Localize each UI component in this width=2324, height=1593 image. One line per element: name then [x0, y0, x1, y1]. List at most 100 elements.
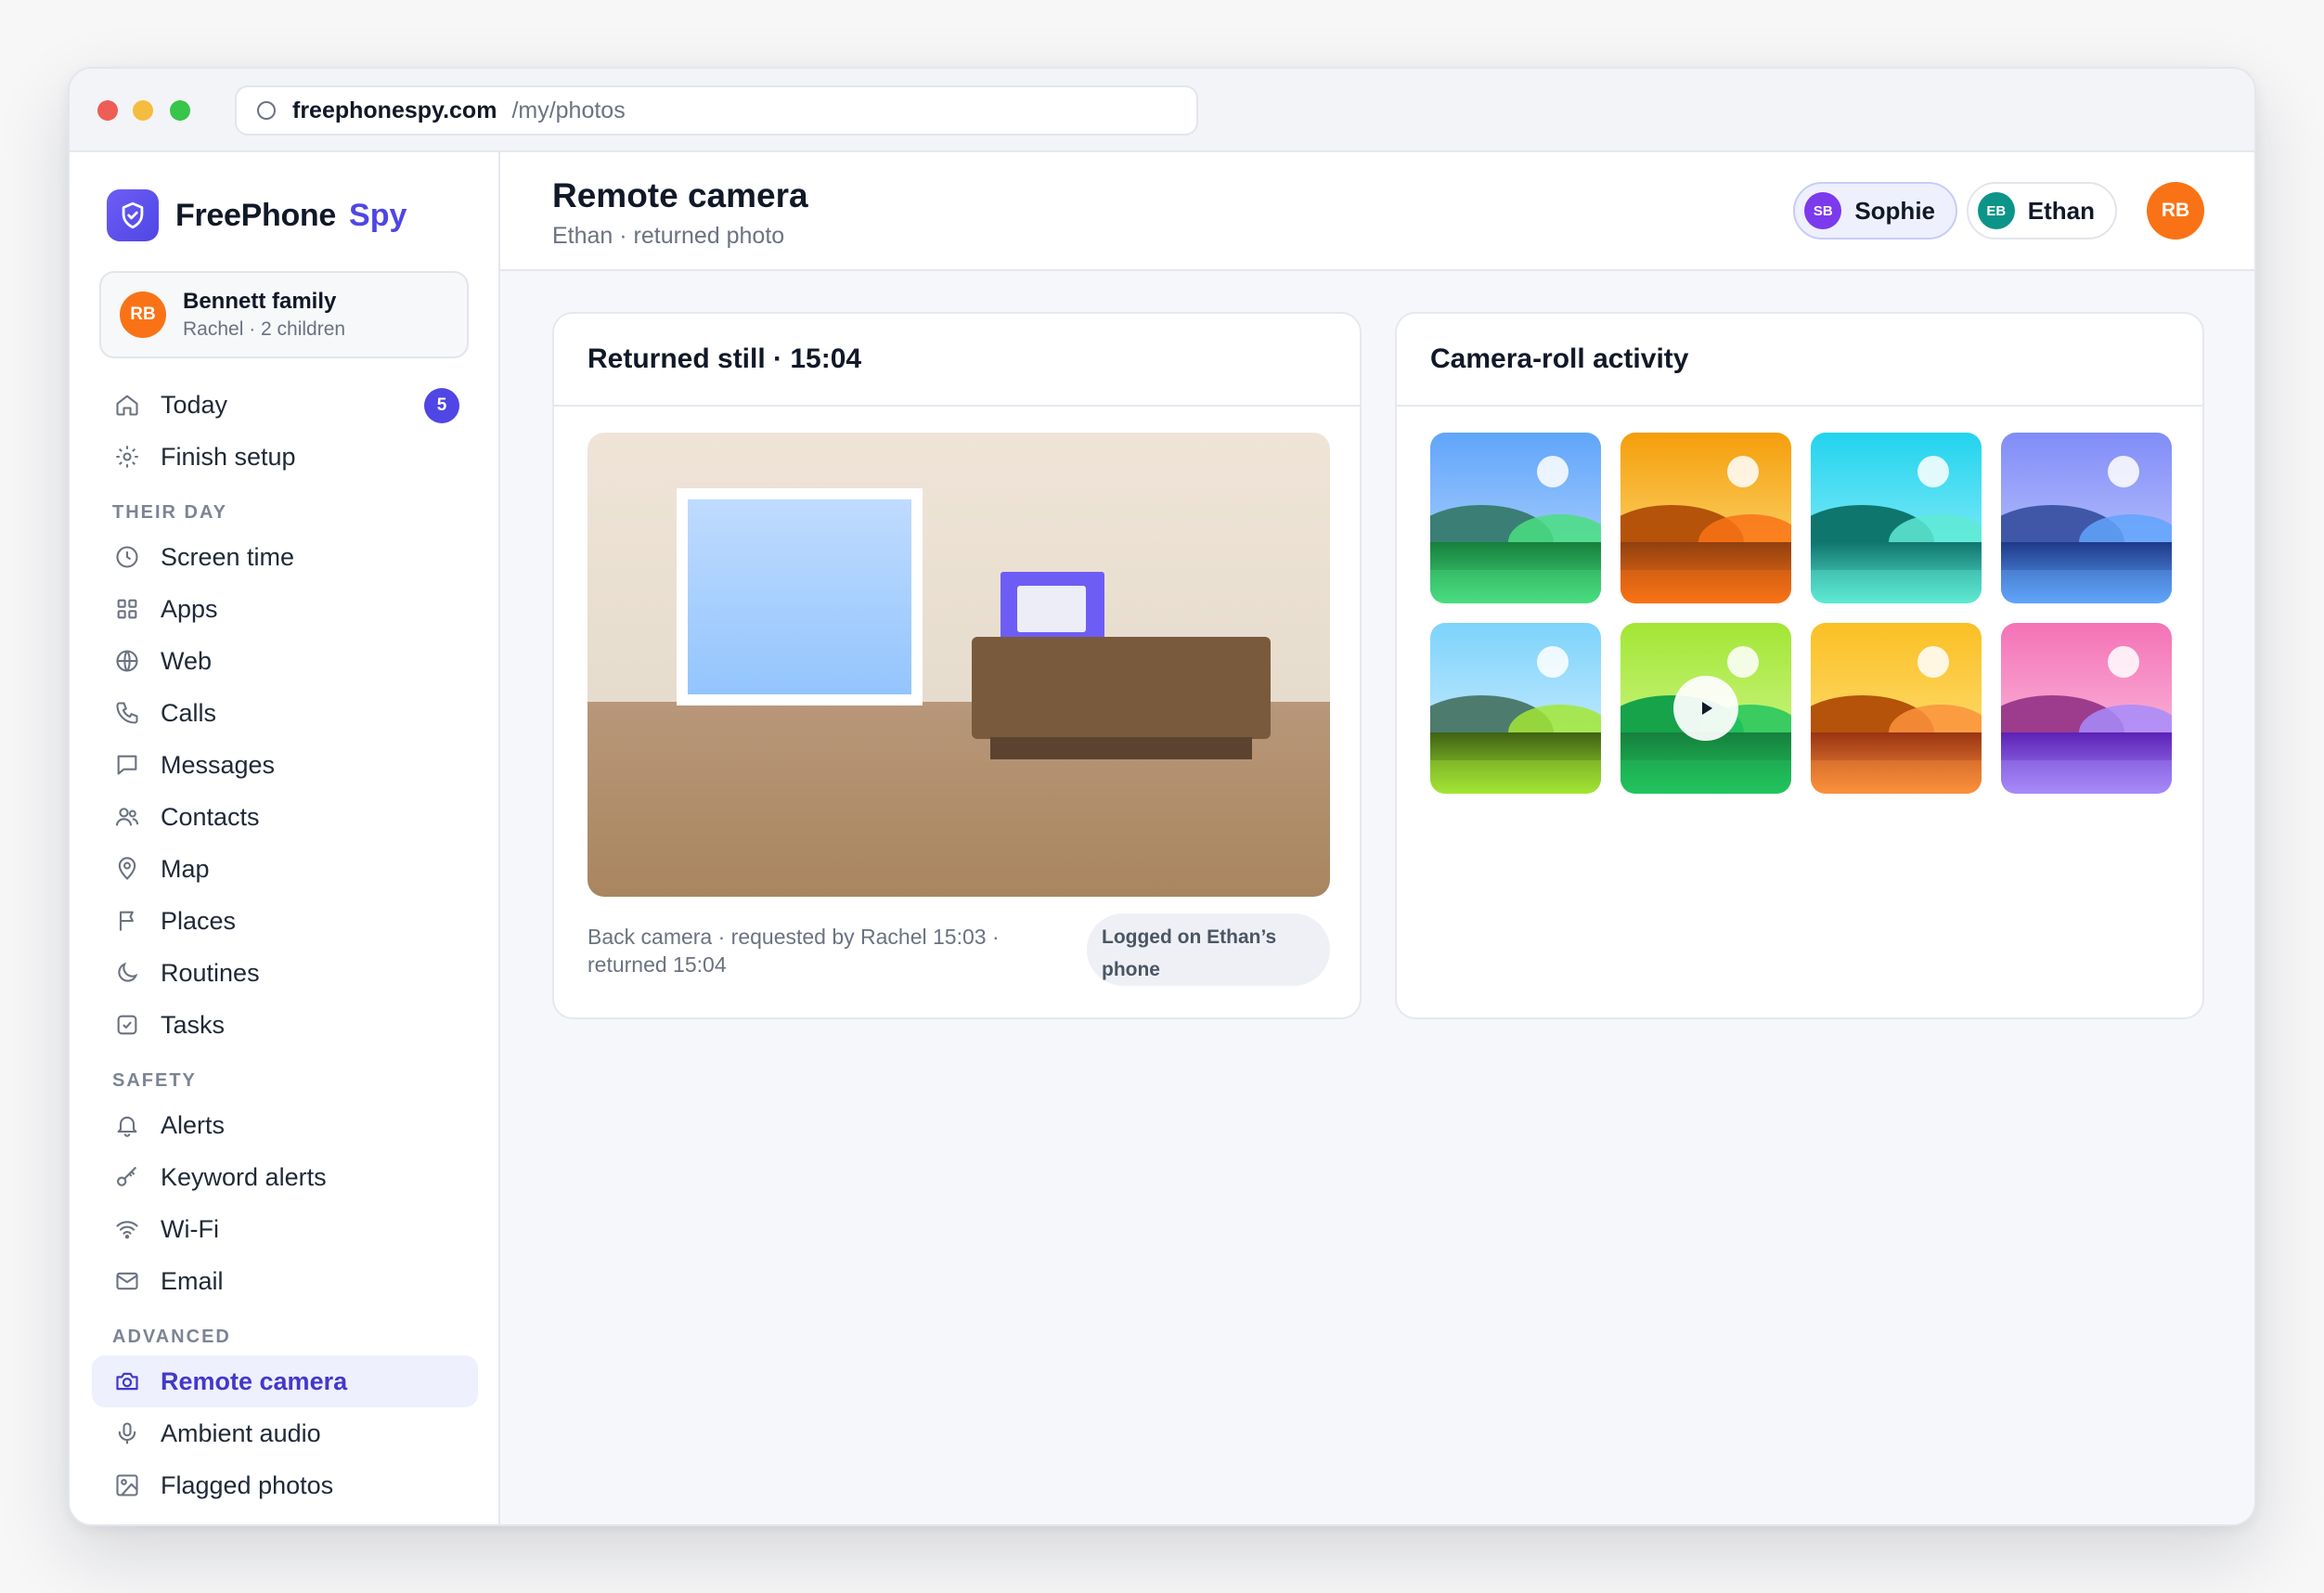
sidebar-item-label: Calls	[161, 698, 217, 727]
camera-roll-photo-thumbnail[interactable]	[1811, 623, 1982, 794]
sidebar-item-email[interactable]: Email	[92, 1255, 478, 1307]
shield-logo-icon	[107, 189, 159, 241]
camera-roll-grid	[1430, 433, 2173, 794]
logged-status-badge: Logged on Ethan’s phone	[1087, 913, 1330, 986]
chat-icon	[112, 750, 142, 780]
card-title: Returned still · 15:04	[554, 314, 1360, 407]
brand-name: FreePhone	[175, 197, 337, 233]
camera-roll-card: Camera-roll activity	[1395, 312, 2204, 1019]
gear-icon	[112, 442, 142, 472]
sidebar-item-alerts[interactable]: Alerts	[92, 1099, 478, 1151]
browser-window: freephonespy.com /my/photos FreePhone Sp…	[68, 67, 2256, 1526]
sidebar-item-label: Routines	[161, 958, 260, 987]
family-switcher[interactable]: RB Bennett family Rachel · 2 children	[99, 271, 469, 358]
main-content: Remote camera Ethan · returned photo SB …	[500, 152, 2254, 1524]
sidebar-item-label: Wi-Fi	[161, 1214, 219, 1243]
image-icon	[112, 1470, 142, 1500]
sidebar-item-contacts[interactable]: Contacts	[92, 791, 478, 843]
child-pill-sophie[interactable]: SB Sophie	[1793, 182, 1957, 240]
section-heading-their-day: THEIR DAY	[112, 502, 227, 523]
returned-still-card: Returned still · 15:04 Back camera · req…	[552, 312, 1362, 1019]
child-name: Ethan	[2027, 196, 2095, 225]
clock-icon	[112, 542, 142, 572]
sidebar-item-keyword-alerts[interactable]: Keyword alerts	[92, 1151, 478, 1203]
browser-titlebar: freephonespy.com /my/photos	[70, 69, 2254, 152]
user-avatar[interactable]: RB	[2147, 182, 2204, 240]
card-title: Camera-roll activity	[1397, 314, 2202, 407]
sidebar-item-calls[interactable]: Calls	[92, 687, 478, 739]
flag-icon	[112, 906, 142, 936]
sidebar-item-messages[interactable]: Messages	[92, 739, 478, 791]
site-info-icon[interactable]	[257, 101, 276, 120]
section-heading-advanced: ADVANCED	[112, 1327, 231, 1347]
camera-roll-photo-thumbnail[interactable]	[2001, 623, 2172, 794]
camera-roll-photo-thumbnail[interactable]	[1430, 433, 1601, 603]
sidebar: FreePhone Spy RB Bennett family Rachel ·…	[70, 152, 500, 1524]
camera-roll-video-thumbnail[interactable]	[1620, 623, 1791, 794]
child-pill-ethan[interactable]: EB Ethan	[1966, 182, 2117, 240]
sidebar-item-label: Contacts	[161, 802, 260, 831]
sidebar-item-label: Alerts	[161, 1110, 226, 1139]
maximize-window-button[interactable]	[170, 100, 190, 121]
sidebar-item-finish-setup[interactable]: Finish setup	[92, 431, 478, 483]
child-name: Sophie	[1854, 196, 1935, 225]
child-avatar: EB	[1977, 192, 2015, 229]
page-header: Remote camera Ethan · returned photo SB …	[500, 152, 2254, 271]
close-window-button[interactable]	[97, 100, 118, 121]
sidebar-item-places[interactable]: Places	[92, 895, 478, 947]
sidebar-item-ambient-audio[interactable]: Ambient audio	[92, 1407, 478, 1459]
sidebar-item-label: Today	[161, 390, 228, 419]
child-avatar: SB	[1804, 192, 1842, 229]
sidebar-item-screen-time[interactable]: Screen time	[92, 531, 478, 583]
today-count-badge: 5	[424, 388, 459, 423]
page-title: Remote camera	[552, 176, 808, 214]
camera-roll-photo-thumbnail[interactable]	[1620, 433, 1791, 603]
sidebar-item-map[interactable]: Map	[92, 843, 478, 895]
people-icon	[112, 802, 142, 832]
sidebar-item-tasks[interactable]: Tasks	[92, 999, 478, 1051]
sidebar-item-label: Finish setup	[161, 442, 296, 471]
sidebar-item-today[interactable]: Today 5	[92, 379, 478, 431]
page-subtitle: Ethan · returned photo	[552, 223, 785, 249]
globe-icon	[112, 646, 142, 676]
brand[interactable]: FreePhone Spy	[107, 189, 407, 241]
bell-icon	[112, 1110, 142, 1140]
camera-roll-photo-thumbnail[interactable]	[1430, 623, 1601, 794]
sidebar-item-label: Web	[161, 646, 213, 675]
photo-caption: Back camera · requested by Rachel 15:03 …	[587, 925, 1000, 977]
sidebar-item-apps[interactable]: Apps	[92, 583, 478, 635]
checkbox-icon	[112, 1010, 142, 1040]
sidebar-item-label: Flagged photos	[161, 1470, 334, 1499]
sidebar-item-label: Keyword alerts	[161, 1162, 327, 1191]
sidebar-nav: Today 5 Finish setup THEIR DAY Screen ti…	[92, 379, 478, 1511]
sidebar-item-label: Screen time	[161, 542, 295, 571]
url-domain: freephonespy.com	[292, 97, 497, 123]
family-avatar: RB	[120, 291, 166, 338]
returned-photo[interactable]	[587, 433, 1330, 897]
brand-accent: Spy	[349, 197, 407, 233]
sidebar-item-routines[interactable]: Routines	[92, 947, 478, 999]
sidebar-item-label: Remote camera	[161, 1366, 348, 1395]
section-heading-safety: SAFETY	[112, 1070, 197, 1091]
sidebar-item-label: Email	[161, 1266, 224, 1295]
camera-roll-photo-thumbnail[interactable]	[2001, 433, 2172, 603]
moon-icon	[112, 958, 142, 988]
mic-icon	[112, 1418, 142, 1448]
family-subtitle: Rachel · 2 children	[183, 318, 346, 340]
home-icon	[112, 390, 142, 420]
sidebar-item-wifi[interactable]: Wi-Fi	[92, 1203, 478, 1255]
sidebar-item-label: Apps	[161, 594, 218, 623]
phone-icon	[112, 698, 142, 728]
camera-icon	[112, 1366, 142, 1396]
camera-roll-photo-thumbnail[interactable]	[1811, 433, 1982, 603]
sidebar-item-remote-camera[interactable]: Remote camera	[92, 1355, 478, 1407]
family-name: Bennett family	[183, 289, 337, 314]
mail-icon	[112, 1266, 142, 1296]
address-bar[interactable]: freephonespy.com /my/photos	[235, 85, 1198, 136]
play-icon[interactable]	[1673, 676, 1738, 741]
minimize-window-button[interactable]	[133, 100, 153, 121]
sidebar-item-label: Places	[161, 906, 237, 935]
grid-icon	[112, 594, 142, 624]
sidebar-item-web[interactable]: Web	[92, 635, 478, 687]
sidebar-item-flagged-photos[interactable]: Flagged photos	[92, 1459, 478, 1511]
